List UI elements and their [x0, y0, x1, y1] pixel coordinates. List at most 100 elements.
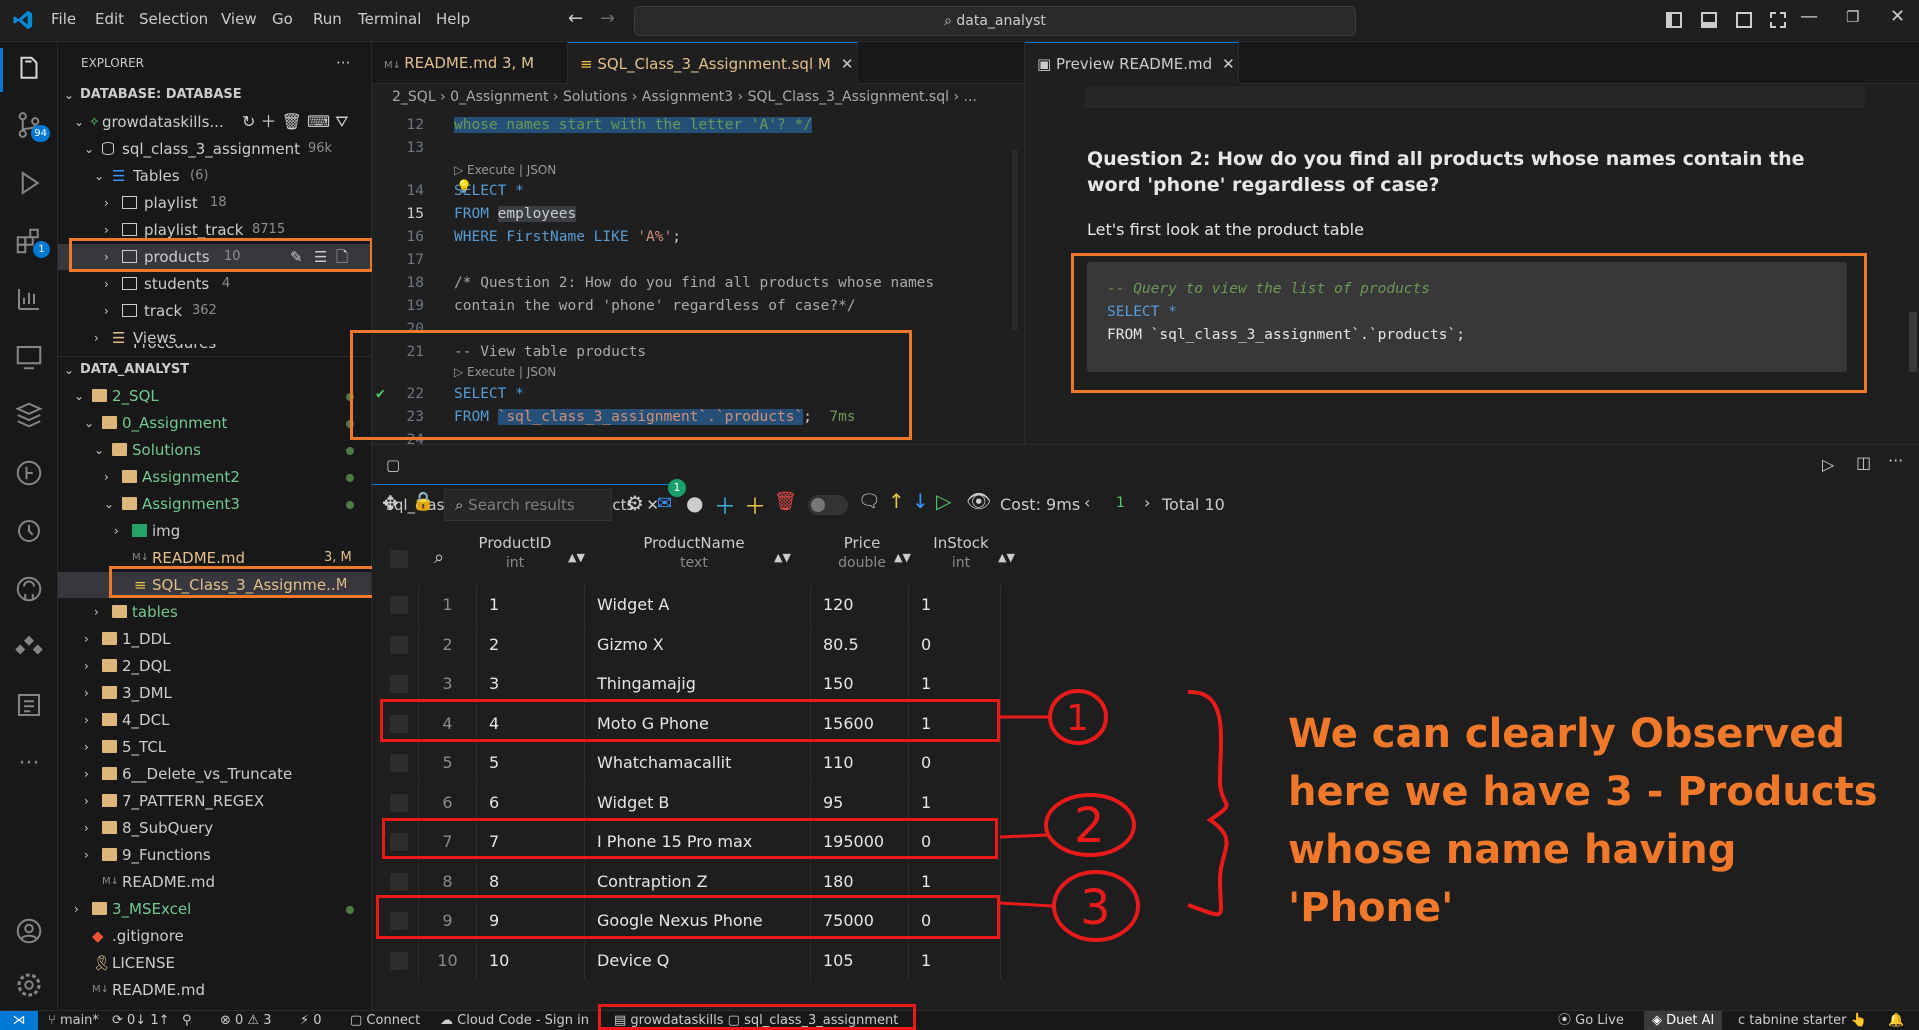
settings-gear-icon[interactable] [10, 966, 48, 1004]
breadcrumb[interactable]: 2_SQL › 0_Assignment › Solutions › Assig… [372, 84, 1024, 110]
schema-item[interactable]: ⌄ sql_class_3_assignment 96k [58, 136, 371, 162]
bell-icon[interactable]: 🔔 [1888, 1011, 1904, 1030]
prev-page-icon[interactable]: ‹ [1084, 493, 1090, 512]
tab-sql-assignment[interactable]: ≡ SQL_Class_3_Assignment.sql M ✕ [568, 42, 858, 84]
folder-assignment3[interactable]: ⌄ Assignment3 [58, 491, 371, 517]
toggle-secondary-sidebar-icon[interactable] [1736, 12, 1752, 28]
tab-readme[interactable]: M↓ README.md 3, M [372, 42, 568, 84]
table-row[interactable]: 2 2 Gizmo X 80.5 0 [378, 624, 1380, 664]
lock-icon[interactable]: 🔒 [412, 491, 434, 512]
folder-2-sql[interactable]: ⌄ 2_SQL [58, 383, 371, 409]
row-index[interactable]: 3 [418, 664, 476, 703]
account-icon[interactable] [10, 912, 48, 950]
row-index[interactable]: 2 [418, 624, 476, 664]
menu-help[interactable]: Help [436, 10, 470, 28]
table-cell[interactable]: Widget B [584, 782, 810, 822]
col-header-productid[interactable]: ProductID int [470, 533, 560, 585]
folder-6-delete[interactable]: › 6__Delete_vs_Truncate [58, 761, 371, 787]
forward-arrow-icon[interactable]: → [600, 8, 615, 29]
cloud-code-item[interactable]: ☁ Cloud Code - Sign in [440, 1011, 589, 1030]
github-icon[interactable] [10, 570, 48, 608]
tabnine-item[interactable]: c tabnine starter 👆 [1738, 1011, 1867, 1030]
search-results-input[interactable]: ⌕ Search results [444, 489, 612, 521]
extensions-icon[interactable]: 1 [10, 222, 50, 260]
delete-icon[interactable]: 🗑 [774, 491, 797, 512]
refresh-icon[interactable]: ↻ ＋ 🗑 ⌨ ⛛ [242, 109, 349, 135]
row-index[interactable]: 6 [418, 782, 476, 822]
sort-icon[interactable]: ▲▼ [894, 551, 911, 564]
ports-item[interactable]: ⚡ 0 [300, 1011, 322, 1030]
folder-img[interactable]: › img [58, 518, 371, 544]
file-gitignore[interactable]: ◆ .gitignore [58, 923, 371, 949]
explorer-more-icon[interactable]: ··· [336, 50, 350, 76]
menu-selection[interactable]: Selection [139, 10, 208, 28]
timeline-icon[interactable] [10, 512, 48, 550]
table-cell[interactable]: Widget A [584, 585, 810, 624]
connect-item[interactable]: ▢ Connect [350, 1011, 420, 1030]
branch-item[interactable]: ⑂ main* [48, 1011, 99, 1030]
menu-go[interactable]: Go [272, 10, 293, 28]
toggle-sidebar-icon[interactable] [1666, 12, 1682, 28]
database-icon[interactable] [10, 396, 48, 434]
folder-4-dcl[interactable]: › 4_DCL [58, 707, 371, 733]
back-arrow-icon[interactable]: ← [568, 8, 583, 29]
table-cell[interactable]: 80.5 [810, 624, 908, 664]
table-cell[interactable]: 10 [476, 940, 584, 980]
folder-assignment2[interactable]: › Assignment2 [58, 464, 371, 490]
table-cell[interactable]: 0 [908, 624, 1000, 664]
split-editor-icon[interactable]: ◫ [1856, 453, 1871, 472]
row-checkbox[interactable] [390, 635, 408, 654]
folder-3-dml[interactable]: › 3_DML [58, 680, 371, 706]
table-cell[interactable]: 6 [476, 782, 584, 822]
mail-icon[interactable]: ✉ [657, 493, 672, 514]
table-cell[interactable]: Device Q [584, 940, 810, 980]
menu-file[interactable]: File [51, 10, 76, 28]
table-row[interactable]: 1 1 Widget A 120 1 [378, 585, 1380, 624]
editor-scrollbar[interactable] [1012, 150, 1018, 330]
connection-item[interactable]: ⌄ ⟡ growdataskills... ↻ ＋ 🗑 ⌨ ⛛ [58, 109, 371, 135]
github-icon[interactable]: ● [686, 491, 703, 515]
table-cell[interactable]: 1 [476, 585, 584, 624]
menu-view[interactable]: View [221, 10, 257, 28]
row-index[interactable]: 10 [418, 940, 476, 980]
table-cell[interactable]: 5 [476, 743, 584, 782]
file-readme-3[interactable]: M↓ README.md [58, 977, 371, 1003]
arrow-down-icon[interactable]: ↓ [912, 489, 929, 513]
play-icon[interactable]: ▷ [936, 489, 951, 513]
tables-group[interactable]: ⌄ ☰ Tables (6) [58, 163, 371, 189]
table-cell[interactable]: 1 [908, 940, 1000, 980]
row-checkbox[interactable] [390, 872, 408, 891]
run-icon[interactable]: ▷ [1822, 455, 1834, 474]
table-cell[interactable]: 1 [908, 664, 1000, 703]
table-item-students[interactable]: › students 4 [58, 271, 371, 297]
minimize-icon[interactable]: — [1800, 6, 1818, 27]
more-actions-icon[interactable]: ··· [1888, 451, 1903, 470]
folder-1-ddl[interactable]: › 1_DDL [58, 626, 371, 652]
comment-icon[interactable]: 🗨 [858, 491, 881, 512]
procedures-group[interactable]: Procedures [58, 344, 371, 356]
add-column-icon[interactable]: ＋ [744, 489, 766, 521]
run-debug-icon[interactable] [10, 164, 48, 202]
table-cell[interactable]: 105 [810, 940, 908, 980]
folder-7-regex[interactable]: › 7_PATTERN_REGEX [58, 788, 371, 814]
table-cell[interactable]: 150 [810, 664, 908, 703]
table-cell[interactable]: 120 [810, 585, 908, 624]
move-icon[interactable]: ✥ [382, 491, 399, 515]
row-checkbox[interactable] [390, 596, 408, 614]
menu-edit[interactable]: Edit [95, 10, 124, 28]
row-checkbox[interactable] [390, 793, 408, 812]
folder-section-title[interactable]: DATA_ANALYST [80, 357, 189, 383]
row-checkbox[interactable] [390, 951, 408, 970]
database-section-title[interactable]: DATABASE: DATABASE [80, 82, 242, 108]
arrow-up-icon[interactable]: ↑ [888, 489, 905, 513]
table-cell[interactable]: Whatchamacallit [584, 743, 810, 782]
explorer-icon[interactable] [10, 50, 48, 88]
folder-5-tcl[interactable]: › 5_TCL [58, 734, 371, 760]
table-cell[interactable]: 3 [476, 664, 584, 703]
table-cell[interactable]: Thingamajig [584, 664, 810, 703]
folder-9-functions[interactable]: › 9_Functions [58, 842, 371, 868]
table-cell[interactable]: 95 [810, 782, 908, 822]
table-item-playlist[interactable]: › playlist 18 [58, 190, 371, 216]
toggle-panel-icon[interactable] [1701, 12, 1717, 28]
codelens-execute[interactable]: ▷ Execute | JSON [454, 163, 556, 177]
